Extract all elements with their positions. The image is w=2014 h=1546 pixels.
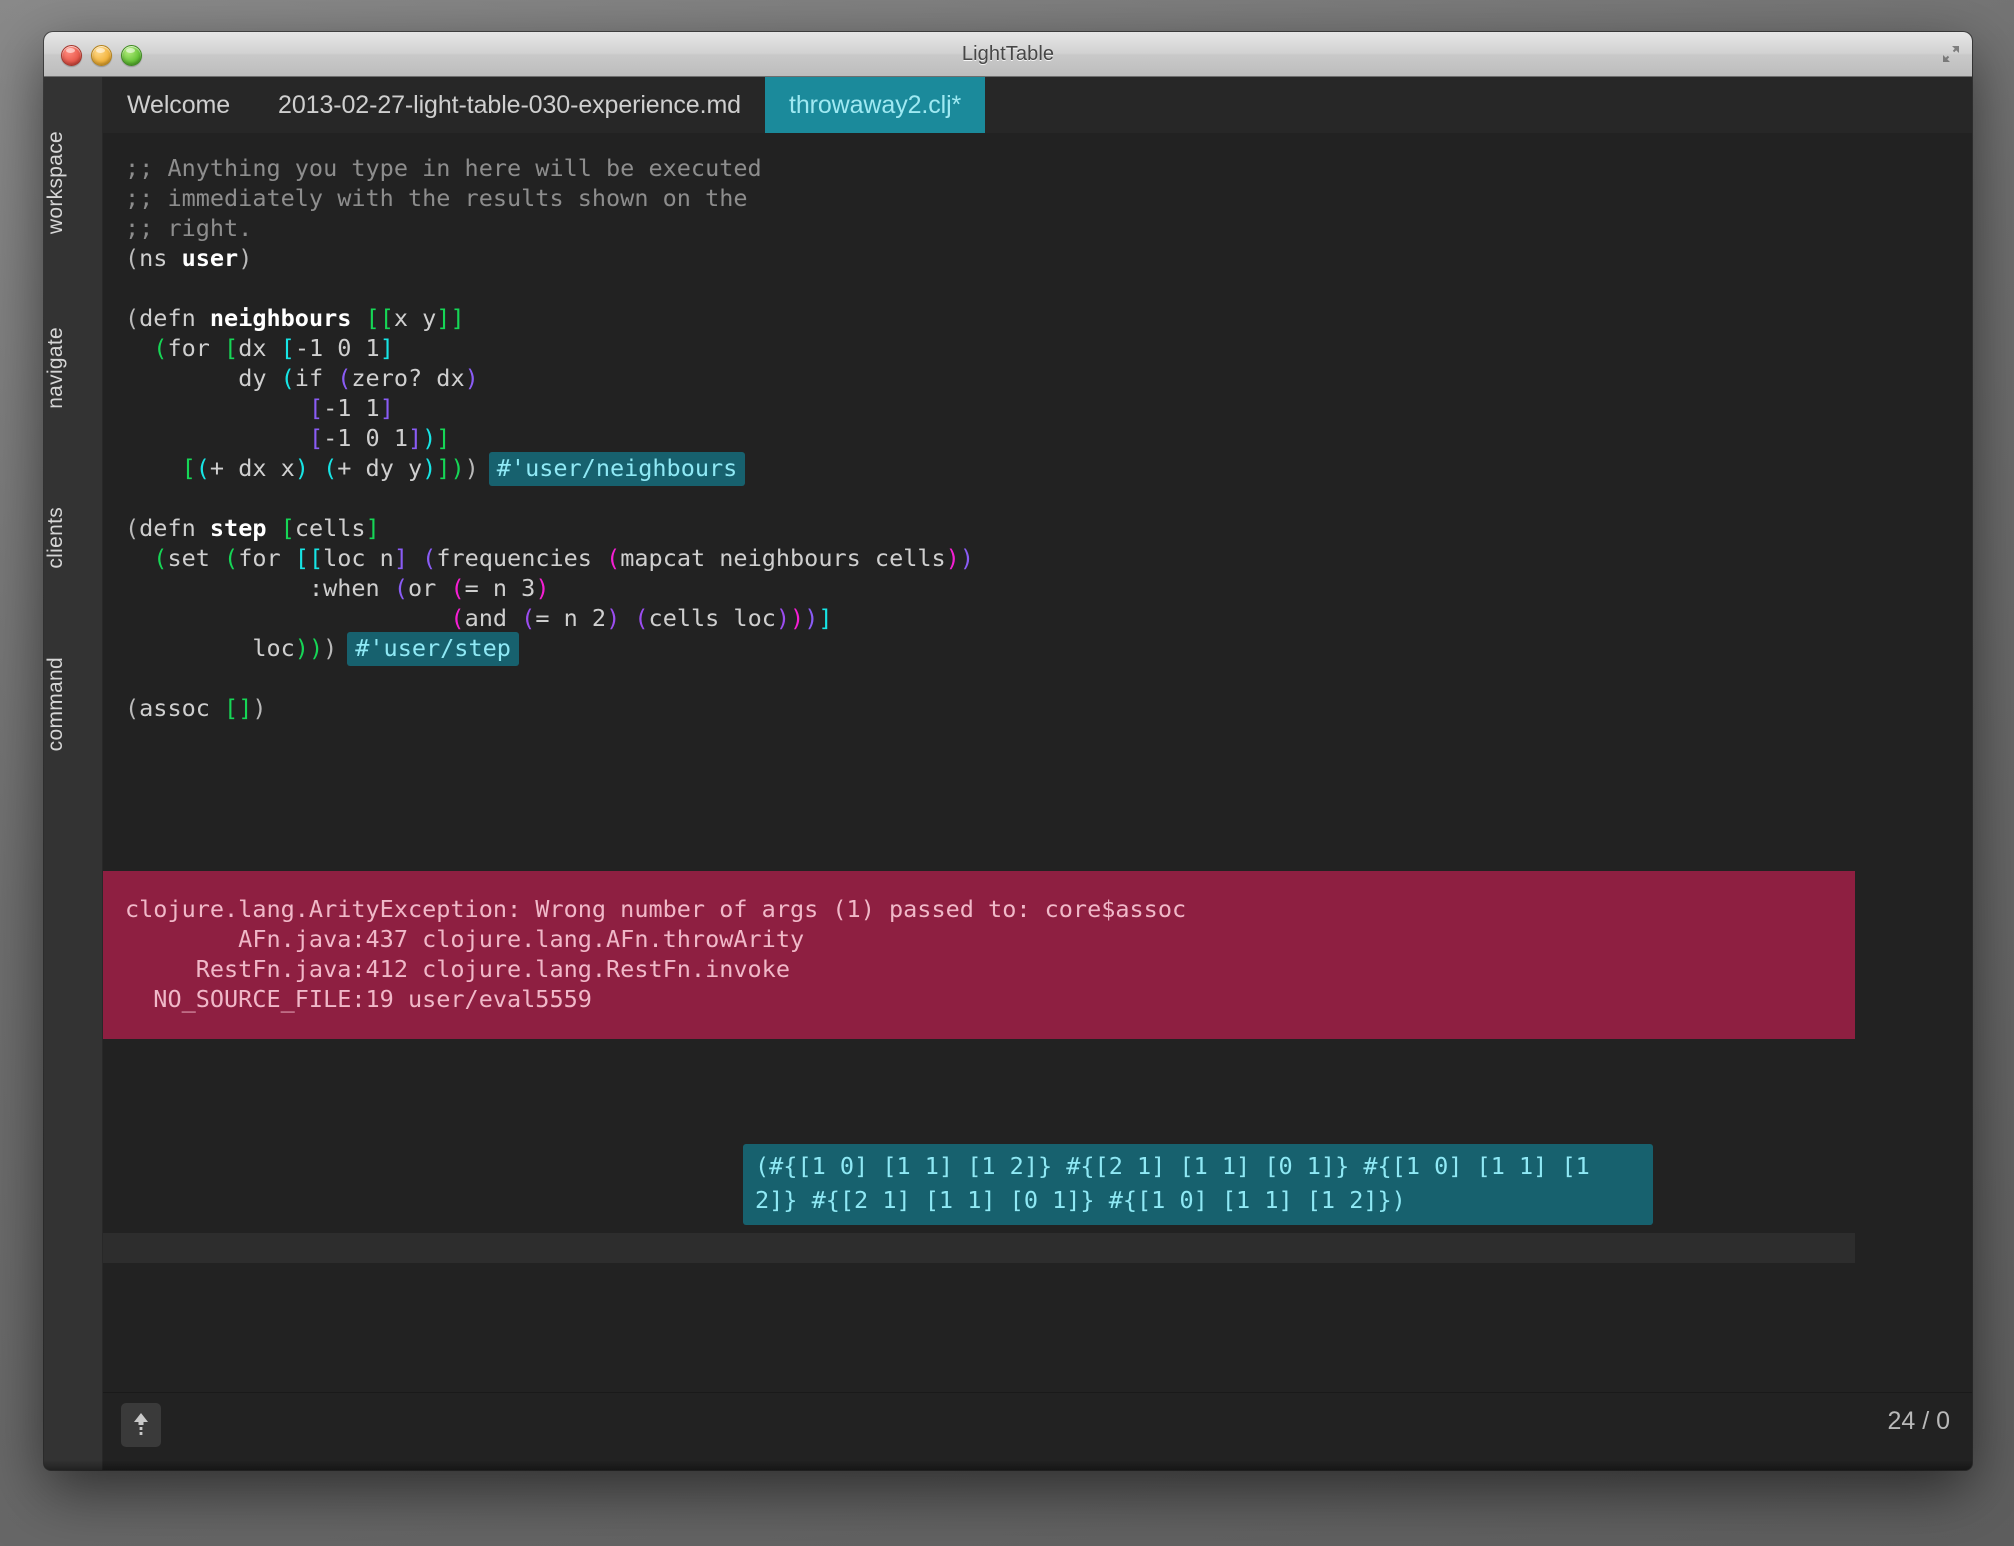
code-line[interactable]: (and (= n 2) (cells loc)))] [103,603,1972,633]
window-body: workspace navigate clients command Welco… [44,77,1972,1470]
code-line[interactable] [103,483,1972,513]
tab-strip: Welcome 2013-02-27-light-table-030-exper… [103,77,1972,133]
tab-label: 2013-02-27-light-table-030-experience.md [278,90,741,119]
sidebar-item-command[interactable]: command [44,657,102,751]
tab-welcome[interactable]: Welcome [103,77,254,133]
code-line[interactable] [103,813,1972,843]
exception-panel: clojure.lang.ArityException: Wrong numbe… [103,871,1855,1039]
code-line[interactable] [103,1083,1972,1113]
code-line[interactable]: ;; Anything you type in here will be exe… [103,153,1972,183]
status-bar: 24 / 0 [103,1392,1972,1470]
window-title: LightTable [961,43,1055,65]
code-comment: ;; immediately with the results shown on… [125,184,748,212]
desktop-background: LightTable workspace navigate clients co… [0,0,2014,1546]
active-line-highlight [103,1233,1855,1263]
code-line[interactable]: (assoc []) [103,693,1972,723]
fullscreen-icon[interactable] [1940,43,1962,65]
tab-label: Welcome [127,90,231,119]
window-titlebar[interactable]: LightTable [44,32,1972,77]
application-window: LightTable workspace navigate clients co… [44,32,1972,1470]
code-line[interactable]: (defn neighbours [[x y]] [103,303,1972,333]
code-line-with-result[interactable]: loc))) #'user/step [103,632,1972,666]
sidebar-item-workspace[interactable]: workspace [44,131,102,234]
code-line[interactable]: (ns user) [103,243,1972,273]
tab-markdown-file[interactable]: 2013-02-27-light-table-030-experience.md [254,77,765,133]
inline-result-chip[interactable]: #'user/neighbours [488,452,746,486]
sidebar-item-label: clients [44,507,67,569]
sidebar-item-clients[interactable]: clients [44,507,102,569]
code-line[interactable] [103,753,1972,783]
sidebar-item-label: workspace [44,131,67,235]
code-line-with-result[interactable]: [(+ dx x) (+ dy y)])) #'user/neighbours [103,452,1972,486]
code-line[interactable] [103,273,1972,303]
code-line[interactable] [103,723,1972,753]
inline-result-chip[interactable]: (#{[1 0] [1 1] [1 2]} #{[2 1] [1 1] [0 1… [743,1144,1653,1225]
code-line[interactable]: ;; immediately with the results shown on… [103,183,1972,213]
sidebar-item-label: navigate [44,327,67,409]
sidebar-item-label: command [44,657,67,752]
code-line[interactable]: ;; right. [103,213,1972,243]
code-editor[interactable]: ;; Anything you type in here will be exe… [103,133,1972,1392]
code-line[interactable]: (set (for [[loc n] (frequencies (mapcat … [103,543,1972,573]
code-line[interactable]: (defn step [cells] [103,513,1972,543]
arrow-up-dotted-icon [134,1413,148,1435]
exception-frame: AFn.java:437 clojure.lang.AFn.throwArity [125,925,805,953]
editor-column: Welcome 2013-02-27-light-table-030-exper… [103,77,1972,1470]
code-line[interactable]: dy (if (zero? dx) [103,363,1972,393]
code-line[interactable] [103,843,1972,873]
code-line[interactable]: [-1 0 1])] [103,423,1972,453]
exception-frame: RestFn.java:412 clojure.lang.RestFn.invo… [125,955,790,983]
code-line[interactable] [103,1053,1972,1083]
exception-frame: NO_SOURCE_FILE:19 user/eval5559 [125,985,592,1013]
code-line[interactable] [103,783,1972,813]
code-line[interactable]: (for [dx [-1 0 1] [103,333,1972,363]
cursor-position: 24 / 0 [1887,1407,1950,1435]
inline-result-chip[interactable]: #'user/step [347,632,519,666]
code-comment: ;; right. [125,214,253,242]
tab-label: throwaway2.clj* [789,90,962,119]
eval-up-button[interactable] [121,1403,161,1447]
code-line[interactable] [103,663,1972,693]
exception-message: clojure.lang.ArityException: Wrong numbe… [125,895,1187,923]
sidebar-item-navigate[interactable]: navigate [44,327,102,409]
sidebar-rail: workspace navigate clients command [44,77,103,1470]
tab-throwaway2-clj[interactable]: throwaway2.clj* [765,77,986,133]
code-line[interactable]: :when (or (= n 3) [103,573,1972,603]
code-line[interactable]: [-1 1] [103,393,1972,423]
code-comment: ;; Anything you type in here will be exe… [125,154,762,182]
